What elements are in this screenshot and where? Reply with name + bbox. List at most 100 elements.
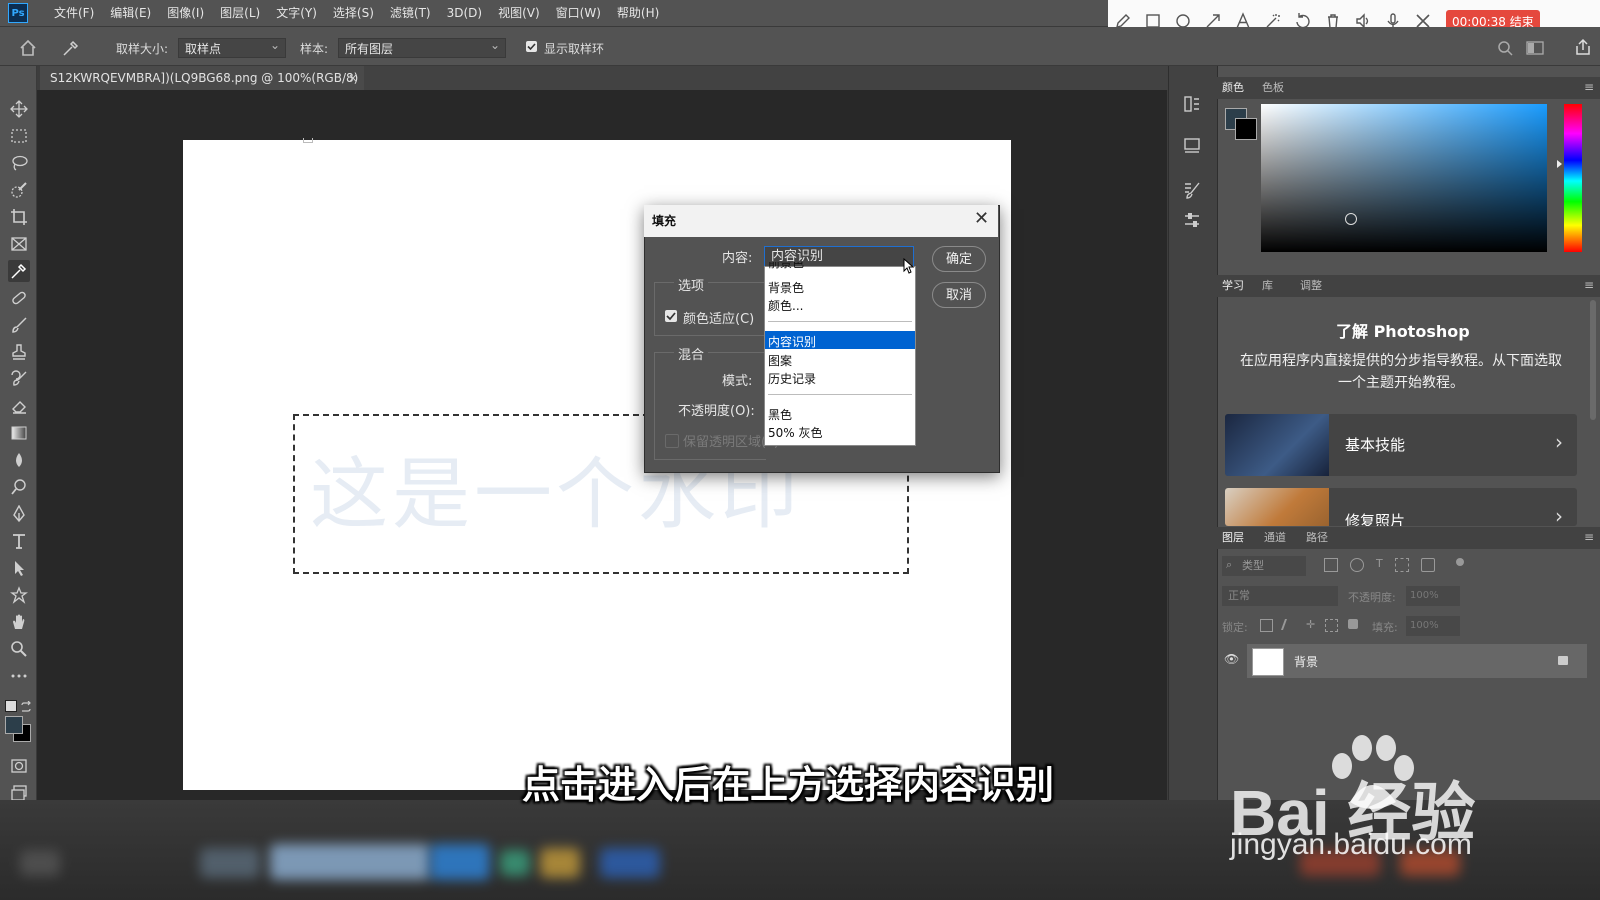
- learn-panel-scrollbar[interactable]: [1590, 300, 1596, 420]
- eyedropper-tool-preset-icon[interactable]: [60, 38, 82, 58]
- tab-color[interactable]: 颜色: [1222, 77, 1244, 99]
- dropdown-item-color[interactable]: 颜色...: [768, 297, 803, 314]
- color-picker-marker[interactable]: [1345, 213, 1357, 225]
- home-icon[interactable]: [18, 38, 38, 58]
- learn-panel-menu-icon[interactable]: ≡: [1584, 278, 1594, 292]
- dropdown-item-50-gray[interactable]: 50% 灰色: [768, 424, 823, 441]
- lock-position-icon[interactable]: ✛: [1306, 619, 1315, 632]
- menu-layer[interactable]: 图层(L): [212, 0, 268, 26]
- dropdown-item-content-aware[interactable]: 内容识别: [768, 333, 816, 350]
- shape-filter-icon[interactable]: [1394, 558, 1409, 572]
- dropdown-item-pattern[interactable]: 图案: [768, 352, 792, 369]
- cancel-button[interactable]: 取消: [932, 282, 986, 308]
- tab-adjustments[interactable]: 调整: [1300, 275, 1322, 297]
- search-icon[interactable]: [1497, 40, 1513, 56]
- lasso-tool-icon[interactable]: [8, 152, 30, 174]
- eye-visibility-icon[interactable]: 👁: [1224, 652, 1239, 666]
- ok-button[interactable]: 确定: [932, 246, 986, 272]
- menu-window[interactable]: 窗口(W): [548, 0, 609, 26]
- adjustments-icon[interactable]: [1180, 134, 1204, 158]
- custom-shape-tool-icon[interactable]: [8, 584, 30, 606]
- learn-card-fix-photos[interactable]: 修复照片 ›: [1225, 488, 1577, 526]
- blend-mode-select[interactable]: 正常: [1222, 586, 1338, 606]
- sliders-icon[interactable]: [1180, 208, 1204, 232]
- gradient-tool-icon[interactable]: [8, 422, 30, 444]
- tab-swatches[interactable]: 色板: [1262, 77, 1284, 99]
- color-picker-field[interactable]: [1261, 104, 1547, 252]
- share-icon[interactable]: [1574, 38, 1592, 56]
- properties-icon[interactable]: [1180, 92, 1204, 116]
- crop-tool-icon[interactable]: [8, 206, 30, 228]
- foreground-color-swatch[interactable]: [5, 716, 23, 734]
- layer-filter-select[interactable]: 类型: [1222, 556, 1306, 576]
- layer-lock-icon[interactable]: [1558, 656, 1568, 665]
- preserve-transparency-checkbox[interactable]: [665, 434, 679, 448]
- layer-opacity-input[interactable]: 100%: [1406, 586, 1460, 606]
- tab-learn[interactable]: 学习: [1222, 275, 1244, 297]
- tab-paths[interactable]: 路径: [1306, 527, 1328, 549]
- sample-size-select[interactable]: 取样点: [178, 35, 286, 58]
- path-selection-tool-icon[interactable]: [8, 557, 30, 579]
- menu-type[interactable]: 文字(Y): [268, 0, 325, 26]
- dropdown-item-black[interactable]: 黑色: [768, 406, 792, 423]
- dodge-tool-icon[interactable]: [8, 476, 30, 498]
- layer-fill-input[interactable]: 100%: [1406, 616, 1460, 636]
- history-brush-tool-icon[interactable]: [8, 368, 30, 390]
- adjustment-filter-icon[interactable]: [1350, 558, 1364, 572]
- menu-file[interactable]: 文件(F): [46, 0, 102, 26]
- marquee-tool-icon[interactable]: [8, 125, 30, 147]
- tab-layers[interactable]: 图层: [1222, 527, 1244, 549]
- menu-3d[interactable]: 3D(D): [439, 0, 490, 26]
- quick-selection-tool-icon[interactable]: [8, 179, 30, 201]
- lock-all-icon[interactable]: [1348, 619, 1359, 629]
- panel-background-swatch[interactable]: [1235, 118, 1257, 140]
- document-tab[interactable]: S12KWRQEVMBRA])(LQ9BG68.png @ 100%(RGB/8…: [40, 66, 364, 90]
- type-tool-icon[interactable]: [8, 530, 30, 552]
- brush-settings-icon[interactable]: [1180, 178, 1204, 202]
- lock-artboard-icon[interactable]: [1325, 619, 1339, 632]
- color-adapt-checkbox[interactable]: [665, 310, 677, 322]
- pen-tool-icon[interactable]: [8, 503, 30, 525]
- show-ring-checkbox[interactable]: [526, 41, 537, 52]
- blur-tool-icon[interactable]: [8, 449, 30, 471]
- move-tool-icon[interactable]: [8, 98, 30, 120]
- menu-image[interactable]: 图像(I): [159, 0, 212, 26]
- document-tab-close-button[interactable]: ×: [348, 66, 358, 90]
- type-filter-icon[interactable]: T: [1376, 558, 1383, 572]
- hand-tool-icon[interactable]: [8, 611, 30, 633]
- default-colors-icon[interactable]: [5, 700, 17, 712]
- tab-libraries[interactable]: 库: [1262, 275, 1273, 297]
- learn-card-basics[interactable]: 基本技能 ›: [1225, 414, 1577, 476]
- healing-brush-tool-icon[interactable]: [8, 287, 30, 309]
- hue-slider[interactable]: [1564, 104, 1582, 252]
- color-panel-menu-icon[interactable]: ≡: [1584, 80, 1594, 94]
- zoom-tool-icon[interactable]: [8, 638, 30, 660]
- quick-mask-icon[interactable]: [8, 755, 30, 777]
- menu-filter[interactable]: 滤镜(T): [382, 0, 439, 26]
- eraser-tool-icon[interactable]: [8, 395, 30, 417]
- fill-dialog-close-button[interactable]: ✕: [974, 208, 989, 229]
- workspace-icon[interactable]: [1526, 40, 1544, 56]
- tab-channels[interactable]: 通道: [1264, 527, 1286, 549]
- brush-tool-icon[interactable]: [8, 314, 30, 336]
- dropdown-item-background[interactable]: 背景色: [768, 279, 804, 296]
- menu-select[interactable]: 选择(S): [325, 0, 382, 26]
- menu-view[interactable]: 视图(V): [490, 0, 548, 26]
- filter-toggle-icon[interactable]: [1456, 558, 1464, 566]
- hue-slider-handle[interactable]: [1557, 160, 1562, 168]
- eyedropper-tool-icon[interactable]: [8, 260, 30, 282]
- clone-stamp-tool-icon[interactable]: [8, 341, 30, 363]
- dropdown-item-history[interactable]: 历史记录: [768, 370, 816, 387]
- swap-colors-icon[interactable]: [20, 698, 32, 712]
- pixel-filter-icon[interactable]: [1324, 558, 1338, 572]
- dropdown-item-foreground[interactable]: 前景色: [768, 262, 804, 270]
- frame-tool-icon[interactable]: [8, 233, 30, 255]
- layers-panel-menu-icon[interactable]: ≡: [1584, 530, 1594, 544]
- smart-object-filter-icon[interactable]: [1420, 558, 1435, 572]
- sample-select[interactable]: 所有图层: [338, 35, 506, 58]
- menu-help[interactable]: 帮助(H): [609, 0, 667, 26]
- more-tools-icon[interactable]: [8, 665, 30, 687]
- menu-edit[interactable]: 编辑(E): [102, 0, 159, 26]
- lock-pixels-icon[interactable]: [1280, 619, 1299, 630]
- lock-transparent-icon[interactable]: [1260, 619, 1273, 632]
